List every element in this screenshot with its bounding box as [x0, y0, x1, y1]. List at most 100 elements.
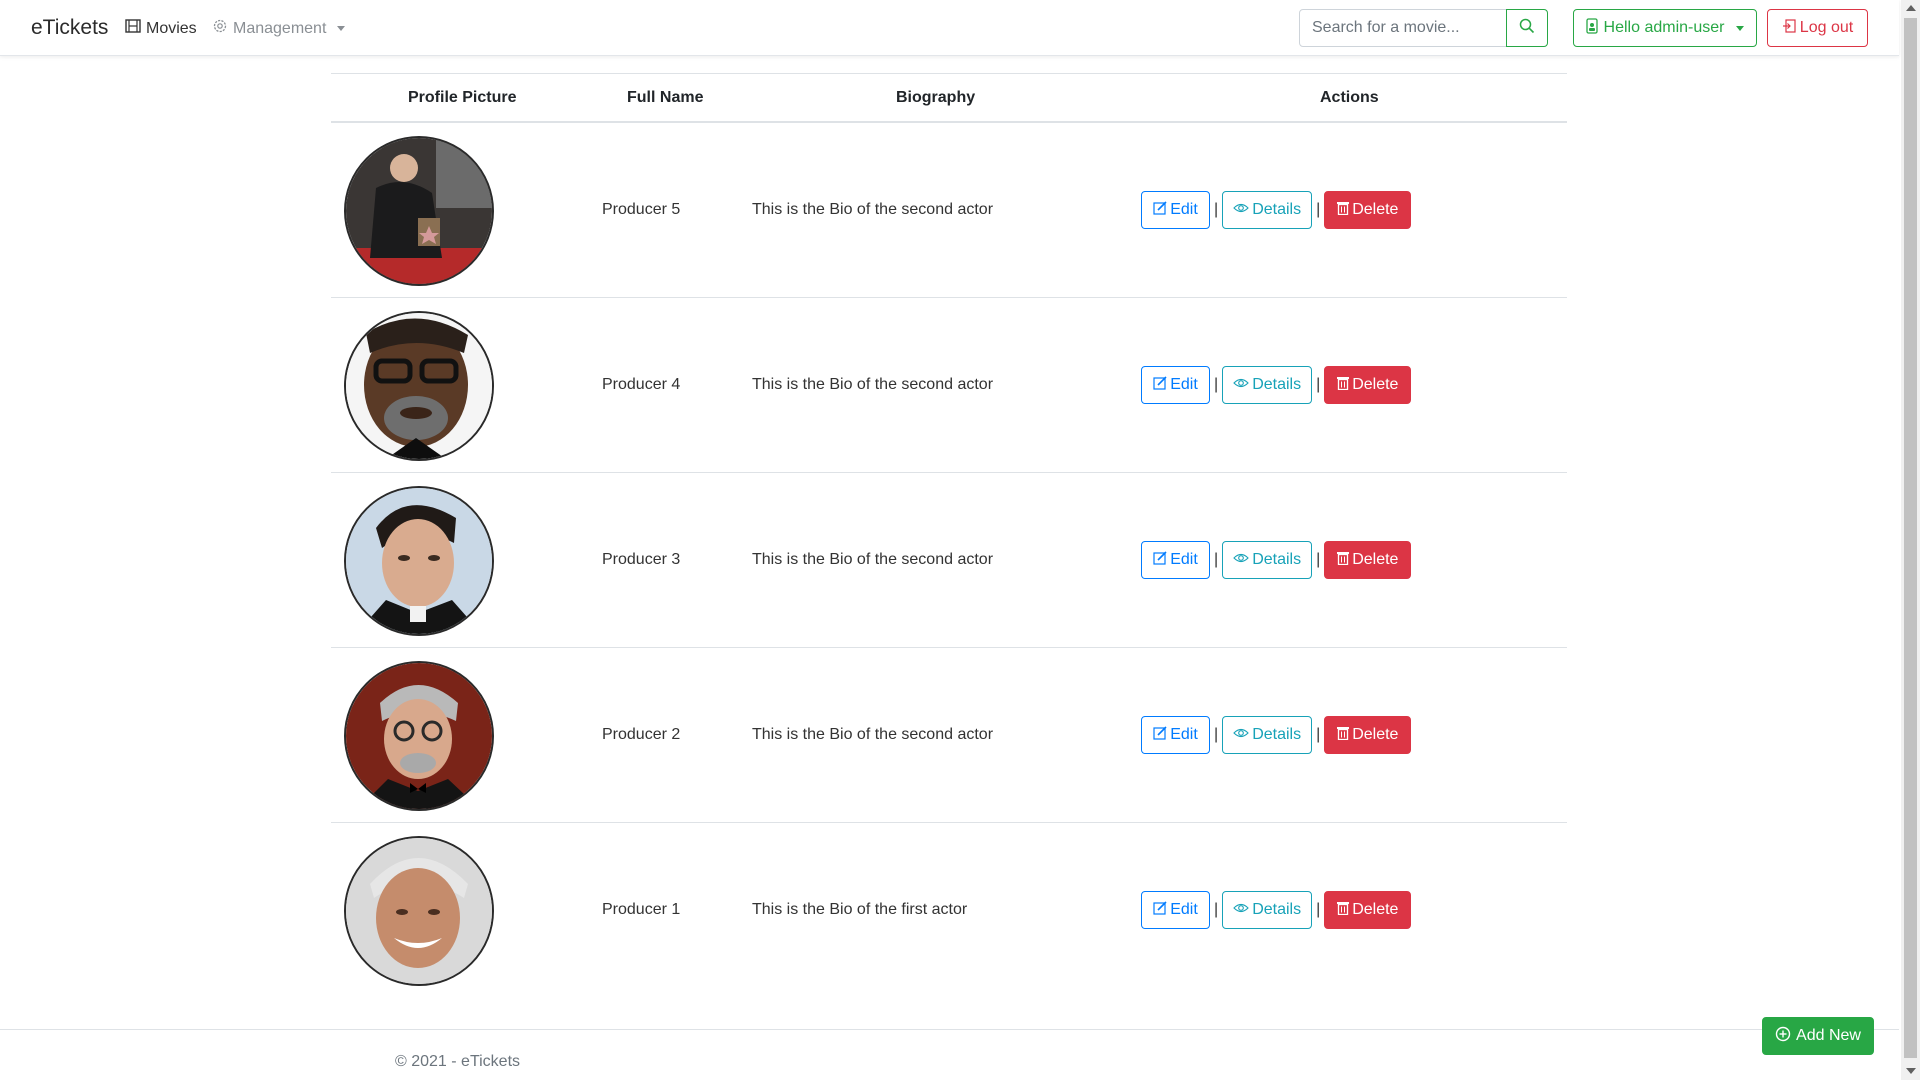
edit-button[interactable]: Edit	[1141, 191, 1210, 229]
eye-icon	[1233, 901, 1249, 919]
details-label: Details	[1252, 901, 1302, 918]
film-icon	[125, 18, 141, 39]
header-actions: Actions	[1320, 89, 1379, 106]
edit-label: Edit	[1170, 901, 1198, 918]
logout-label: Log out	[1799, 19, 1854, 36]
eye-icon	[1233, 726, 1249, 744]
gear-icon	[212, 18, 228, 39]
logout-button[interactable]: Log out	[1767, 9, 1868, 47]
details-label: Details	[1252, 201, 1302, 218]
producer-name: Producer 4	[602, 376, 681, 393]
row-actions: Edit | Details | Delete	[1141, 191, 1412, 229]
action-separator: |	[1214, 376, 1219, 393]
producer-name: Producer 3	[602, 551, 681, 568]
add-new-button[interactable]: Add New	[1762, 1017, 1874, 1055]
producer-bio: This is the Bio of the second actor	[752, 551, 994, 568]
avatar	[344, 136, 494, 286]
details-label: Details	[1252, 551, 1302, 568]
scroll-down-arrow-icon[interactable]	[1906, 1068, 1916, 1074]
chevron-down-icon	[337, 26, 346, 31]
search-input[interactable]	[1299, 9, 1507, 47]
details-button[interactable]: Details	[1222, 716, 1313, 754]
edit-label: Edit	[1170, 201, 1198, 218]
delete-button[interactable]: Delete	[1324, 366, 1412, 404]
table-row: Producer 5 This is the Bio of the second…	[331, 123, 1567, 298]
trash-icon	[1337, 201, 1350, 220]
search-icon	[1519, 18, 1535, 39]
avatar	[344, 836, 494, 986]
edit-button[interactable]: Edit	[1141, 716, 1210, 754]
navbar: eTickets Movies Management Hello admin-u…	[0, 0, 1899, 56]
nav-management-dropdown[interactable]: Management	[212, 18, 346, 39]
edit-button[interactable]: Edit	[1141, 541, 1210, 579]
brand-link[interactable]: eTickets	[31, 16, 108, 40]
delete-label: Delete	[1352, 376, 1399, 393]
details-button[interactable]: Details	[1222, 366, 1313, 404]
action-separator: |	[1316, 726, 1321, 743]
scrollbar-thumb[interactable]	[1904, 18, 1917, 1058]
delete-button[interactable]: Delete	[1324, 191, 1412, 229]
search-button[interactable]	[1506, 9, 1548, 47]
delete-label: Delete	[1352, 726, 1399, 743]
producer-bio: This is the Bio of the second actor	[752, 376, 994, 393]
chevron-down-icon	[1736, 25, 1745, 31]
producers-table: Profile Picture Full Name Biography Acti…	[331, 73, 1567, 998]
delete-button[interactable]: Delete	[1324, 716, 1412, 754]
add-new-label: Add New	[1796, 1027, 1861, 1044]
row-actions: Edit | Details | Delete	[1141, 541, 1412, 579]
producer-name: Producer 2	[602, 726, 681, 743]
nav-movies-label: Movies	[146, 19, 197, 37]
table-row: Producer 3 This is the Bio of the second…	[331, 473, 1567, 648]
table-row: Producer 1 This is the Bio of the first …	[331, 823, 1567, 998]
edit-label: Edit	[1170, 726, 1198, 743]
row-actions: Edit | Details | Delete	[1141, 716, 1412, 754]
action-separator: |	[1316, 551, 1321, 568]
producer-name: Producer 5	[602, 201, 681, 218]
table-row: Producer 2 This is the Bio of the second…	[331, 648, 1567, 823]
trash-icon	[1337, 551, 1350, 570]
avatar	[344, 311, 494, 461]
delete-label: Delete	[1352, 901, 1399, 918]
producer-name: Producer 1	[602, 901, 681, 918]
details-button[interactable]: Details	[1222, 191, 1313, 229]
nav-management-label: Management	[233, 19, 327, 37]
trash-icon	[1337, 376, 1350, 395]
header-profile-picture: Profile Picture	[408, 89, 517, 106]
delete-label: Delete	[1352, 551, 1399, 568]
edit-button[interactable]: Edit	[1141, 366, 1210, 404]
edit-icon	[1153, 200, 1167, 220]
edit-icon	[1153, 375, 1167, 395]
vertical-scrollbar[interactable]	[1901, 0, 1920, 1080]
action-separator: |	[1214, 201, 1219, 218]
trash-icon	[1337, 726, 1350, 745]
copyright-text: © 2021 - eTickets	[395, 1053, 521, 1070]
header-biography: Biography	[896, 89, 976, 106]
edit-label: Edit	[1170, 376, 1198, 393]
user-dropdown-button[interactable]: Hello admin-user	[1573, 9, 1757, 47]
user-greeting: Hello admin-user	[1603, 19, 1725, 36]
edit-icon	[1153, 550, 1167, 570]
edit-icon	[1153, 900, 1167, 920]
trash-icon	[1337, 901, 1350, 920]
details-button[interactable]: Details	[1222, 891, 1313, 929]
action-separator: |	[1214, 551, 1219, 568]
delete-button[interactable]: Delete	[1324, 891, 1412, 929]
nav-movies[interactable]: Movies	[125, 18, 197, 39]
row-actions: Edit | Details | Delete	[1141, 891, 1412, 929]
scroll-up-arrow-icon[interactable]	[1906, 5, 1916, 11]
logout-icon	[1782, 18, 1796, 38]
producer-bio: This is the Bio of the second actor	[752, 726, 994, 743]
delete-button[interactable]: Delete	[1324, 541, 1412, 579]
avatar	[344, 661, 494, 811]
avatar	[344, 486, 494, 636]
header-full-name: Full Name	[627, 89, 704, 106]
details-label: Details	[1252, 376, 1302, 393]
details-button[interactable]: Details	[1222, 541, 1313, 579]
edit-button[interactable]: Edit	[1141, 891, 1210, 929]
producer-bio: This is the Bio of the first actor	[752, 901, 968, 918]
eye-icon	[1233, 551, 1249, 569]
table-header: Profile Picture Full Name Biography Acti…	[331, 73, 1567, 123]
action-separator: |	[1214, 901, 1219, 918]
user-badge-icon	[1585, 17, 1598, 39]
plus-circle-icon	[1775, 1026, 1791, 1047]
